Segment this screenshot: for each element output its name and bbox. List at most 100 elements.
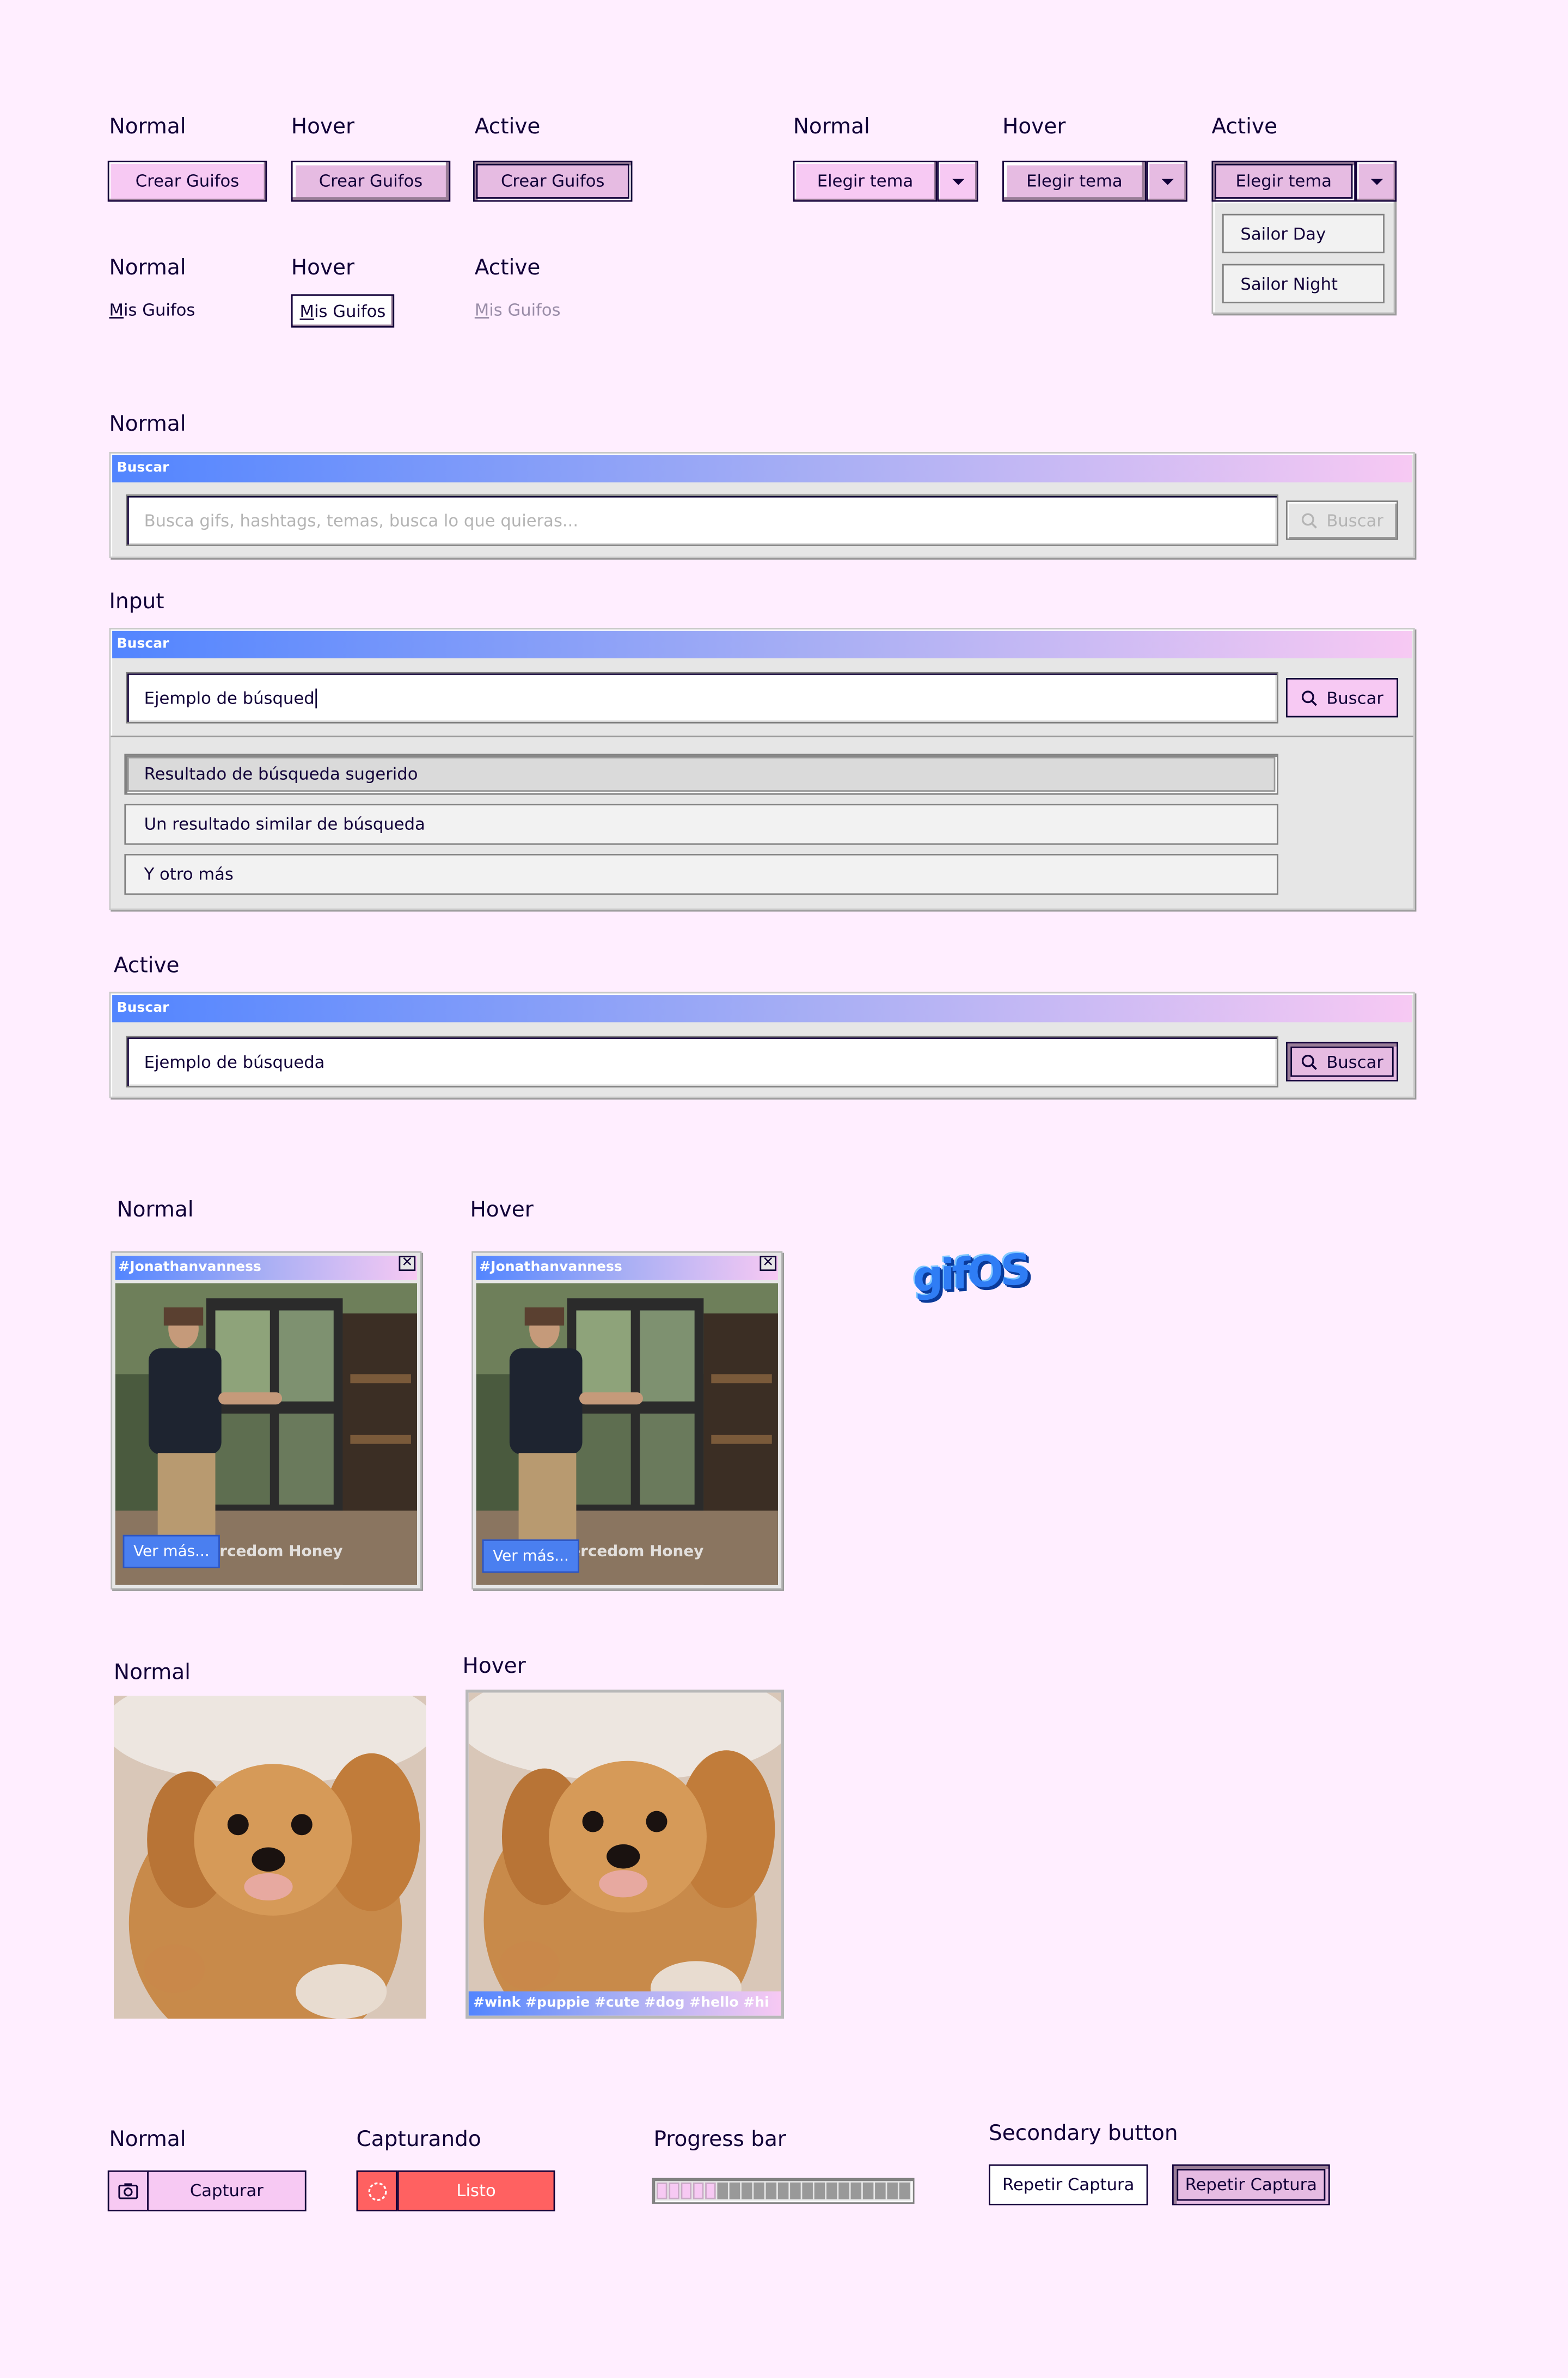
gifos-logo: gifOS bbox=[912, 1244, 1028, 1303]
caret-down-icon bbox=[1370, 178, 1382, 185]
search-icon bbox=[1301, 512, 1317, 528]
create-gifs-button-active[interactable]: Crear Guifos bbox=[473, 161, 633, 202]
progress-segment-filled bbox=[826, 2183, 837, 2199]
search-window-title: Buscar bbox=[112, 995, 1412, 1023]
progress-segment-filled bbox=[862, 2183, 874, 2199]
theme-option-sailor-night[interactable]: Sailor Night bbox=[1222, 264, 1385, 304]
theme-dropdown-toggle-normal[interactable] bbox=[937, 161, 978, 202]
search-input-empty[interactable]: Busca gifs, hashtags, temas, busca lo qu… bbox=[126, 494, 1279, 546]
suggestions-panel: Resultado de búsqueda sugerido Un result… bbox=[111, 735, 1413, 909]
theme-button-hover[interactable]: Elegir tema bbox=[1002, 161, 1147, 202]
progress-segment-filled bbox=[838, 2183, 849, 2199]
create-gifs-button-normal[interactable]: Crear Guifos bbox=[107, 161, 267, 202]
state-label-active: Active bbox=[474, 256, 541, 281]
repeat-capture-button-normal[interactable]: Repetir Captura bbox=[989, 2164, 1148, 2205]
progress-segment-filled bbox=[777, 2183, 789, 2199]
gif-tags-bar[interactable]: #wink #puppie #cute #dog #hello #hi bbox=[468, 1991, 781, 2016]
puppy-gif-normal[interactable] bbox=[113, 1695, 426, 2019]
close-icon[interactable]: ✕ bbox=[759, 1256, 777, 1271]
state-label-active: Active bbox=[1211, 115, 1278, 140]
search-button-label: Buscar bbox=[1326, 1052, 1383, 1072]
progress-segment-filled bbox=[717, 2183, 728, 2199]
search-icon bbox=[1301, 690, 1317, 706]
caret-down-icon bbox=[1161, 178, 1173, 185]
puppy-illustration bbox=[113, 1695, 426, 2019]
my-gifs-link-hover[interactable]: Mis Guifos bbox=[291, 294, 395, 328]
link-accelerator: M bbox=[474, 300, 489, 320]
progress-segment-empty bbox=[669, 2183, 679, 2199]
search-window-title: Buscar bbox=[112, 631, 1412, 658]
state-label-hover: Hover bbox=[291, 115, 355, 140]
state-label-active: Active bbox=[474, 115, 541, 140]
suggestion-item[interactable]: Y otro más bbox=[124, 854, 1279, 895]
progress-segment-filled bbox=[765, 2183, 777, 2199]
link-accelerator: M bbox=[299, 301, 314, 321]
suggestion-item-selected[interactable]: Resultado de búsqueda sugerido bbox=[124, 754, 1279, 795]
recording-icon-box[interactable] bbox=[356, 2170, 397, 2211]
search-icon bbox=[1301, 1054, 1317, 1069]
close-icon[interactable]: ✕ bbox=[399, 1256, 416, 1271]
state-label-normal: Normal bbox=[793, 115, 870, 140]
my-gifs-link-active[interactable]: Mis Guifos bbox=[475, 300, 561, 320]
theme-button-normal[interactable]: Elegir tema bbox=[793, 161, 938, 202]
theme-dropdown-toggle-hover[interactable] bbox=[1146, 161, 1187, 202]
progress-segment-filled bbox=[887, 2183, 898, 2199]
progress-segment-empty bbox=[681, 2183, 692, 2199]
search-window-typing: Buscar Ejemplo de búsqued Buscar Resulta… bbox=[109, 628, 1415, 910]
link-accelerator: M bbox=[109, 300, 124, 320]
search-button-pressed[interactable]: Buscar bbox=[1285, 1042, 1399, 1081]
state-label-hover: Hover bbox=[470, 1198, 534, 1222]
progress-segment-filled bbox=[802, 2183, 813, 2199]
state-label-progress: Progress bar bbox=[653, 2128, 786, 2153]
state-label-hover: Hover bbox=[462, 1654, 526, 1679]
create-gifs-button-hover[interactable]: Crear Guifos bbox=[291, 161, 451, 202]
link-text: is Guifos bbox=[314, 301, 386, 321]
see-more-button[interactable]: Ver más... bbox=[122, 1535, 220, 1569]
link-text: is Guifos bbox=[489, 300, 561, 320]
puppy-gif-hover[interactable]: #wink #puppie #cute #dog #hello #hi bbox=[465, 1689, 785, 2019]
my-gifs-link-normal[interactable]: Mis Guifos bbox=[109, 300, 195, 320]
search-button-enabled[interactable]: Buscar bbox=[1285, 678, 1399, 718]
ready-button[interactable]: Listo bbox=[397, 2170, 555, 2211]
progress-segment-filled bbox=[850, 2183, 862, 2199]
theme-option-sailor-day[interactable]: Sailor Day bbox=[1222, 213, 1385, 254]
progress-segment-filled bbox=[729, 2183, 740, 2199]
capture-button[interactable]: Capturar bbox=[147, 2170, 307, 2211]
state-label-normal: Normal bbox=[109, 256, 186, 281]
gif-overlay-caption: ercedom Honey bbox=[209, 1544, 343, 1561]
state-label-hover: Hover bbox=[291, 256, 355, 281]
search-input-value: Ejemplo de búsqued bbox=[144, 688, 315, 708]
camera-icon-box[interactable] bbox=[107, 2170, 149, 2211]
theme-dropdown-menu: Sailor Day Sailor Night bbox=[1211, 200, 1395, 314]
search-window-active: Buscar Ejemplo de búsqueda Buscar bbox=[109, 992, 1415, 1098]
search-button-label: Buscar bbox=[1326, 510, 1383, 530]
progress-segment-filled bbox=[875, 2183, 886, 2199]
suggestion-item[interactable]: Un resultado similar de búsqueda bbox=[124, 804, 1279, 845]
search-button-disabled[interactable]: Buscar bbox=[1285, 500, 1399, 540]
state-label-normal: Normal bbox=[109, 115, 186, 140]
progress-segment-empty bbox=[657, 2183, 667, 2199]
state-label-active: Active bbox=[113, 953, 180, 979]
state-label-normal: Normal bbox=[109, 412, 186, 437]
state-label-secondary: Secondary button bbox=[989, 2122, 1178, 2147]
repeat-capture-button-hover[interactable]: Repetir Captura bbox=[1172, 2164, 1330, 2205]
progress-segment-filled bbox=[814, 2183, 825, 2199]
progress-segment-filled bbox=[899, 2183, 910, 2199]
theme-button-active[interactable]: Elegir tema bbox=[1211, 161, 1356, 202]
link-text: is Guifos bbox=[124, 300, 195, 320]
search-input-filled[interactable]: Ejemplo de búsqueda bbox=[126, 1036, 1279, 1088]
search-input-typing[interactable]: Ejemplo de búsqued bbox=[126, 671, 1279, 724]
progress-segment-filled bbox=[742, 2183, 752, 2199]
state-label-input: Input bbox=[109, 590, 164, 615]
progress-segment-empty bbox=[705, 2183, 716, 2199]
gif-card-hover[interactable]: #Jonathanvanness ✕ ercedom Honey Ver más… bbox=[471, 1251, 783, 1590]
state-label-normal: Normal bbox=[113, 1660, 191, 1685]
progress-segment-filled bbox=[790, 2183, 801, 2199]
text-cursor bbox=[316, 688, 318, 708]
theme-dropdown-toggle-active[interactable] bbox=[1356, 161, 1397, 202]
see-more-button[interactable]: Ver más... bbox=[482, 1539, 580, 1573]
progress-segment-empty bbox=[693, 2183, 704, 2199]
search-window-normal: Buscar Busca gifs, hashtags, temas, busc… bbox=[109, 452, 1415, 558]
search-window-title: Buscar bbox=[112, 455, 1412, 482]
camera-icon bbox=[118, 2183, 138, 2199]
